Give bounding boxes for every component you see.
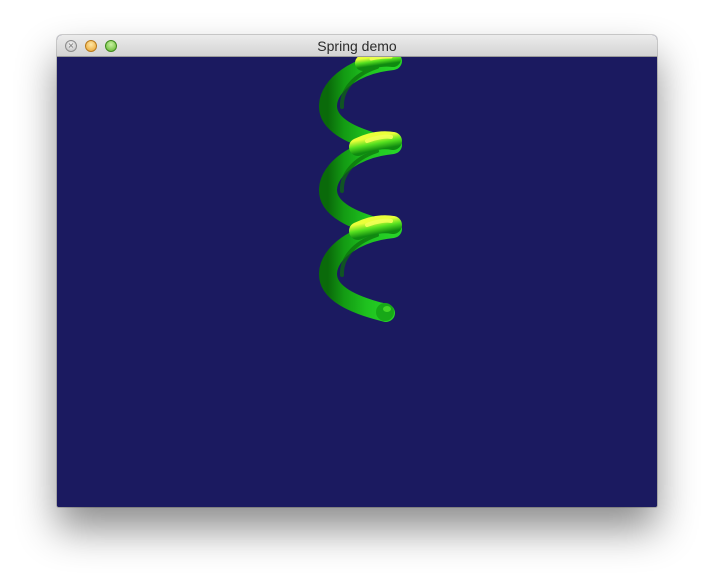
title-bar[interactable]: × Spring demo	[57, 35, 657, 57]
spring-model	[319, 57, 402, 322]
window-title: Spring demo	[317, 38, 397, 54]
app-window: × Spring demo	[57, 35, 657, 507]
render-canvas[interactable]	[57, 57, 657, 507]
spring-scene	[319, 57, 402, 322]
